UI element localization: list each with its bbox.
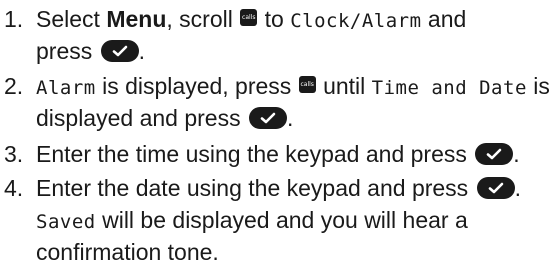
text: until: [316, 73, 372, 99]
checkmark-icon: [100, 40, 139, 62]
display-text-saved: Saved: [36, 211, 96, 233]
calls-button-icon: calls: [298, 76, 316, 93]
text: will be displayed and you will hear a: [95, 207, 468, 233]
display-text-time-and-date: Time and Date: [371, 77, 527, 99]
checkmark-icon: [475, 143, 514, 165]
step-number: 3.: [4, 141, 24, 167]
step-number: 1.: [4, 6, 24, 32]
text: , scroll: [166, 6, 240, 32]
text: to: [258, 6, 291, 32]
step-number: 2.: [4, 73, 24, 99]
calls-button-icon: calls: [240, 9, 258, 26]
period: .: [286, 105, 294, 131]
display-text-alarm: Alarm: [36, 77, 96, 99]
period: .: [514, 175, 521, 201]
text: is displayed, press: [95, 73, 298, 99]
checkmark-icon: [248, 107, 287, 129]
period: .: [513, 141, 520, 167]
step-number: 4.: [4, 175, 24, 201]
checkmark-icon: [476, 177, 515, 199]
text: Enter the time using the keypad and pres…: [36, 141, 474, 167]
display-text-clock-alarm: Clock/Alarm: [290, 10, 422, 32]
text: confirmation tone.: [36, 239, 219, 265]
text: Select: [36, 6, 107, 32]
text: is: [526, 73, 550, 99]
text: press: [36, 38, 99, 64]
text: and: [421, 6, 467, 32]
period: .: [138, 38, 146, 64]
text: Enter the date using the keypad and pres…: [36, 175, 475, 201]
menu-key-label: Menu: [106, 6, 167, 32]
text: displayed and press: [36, 105, 247, 131]
